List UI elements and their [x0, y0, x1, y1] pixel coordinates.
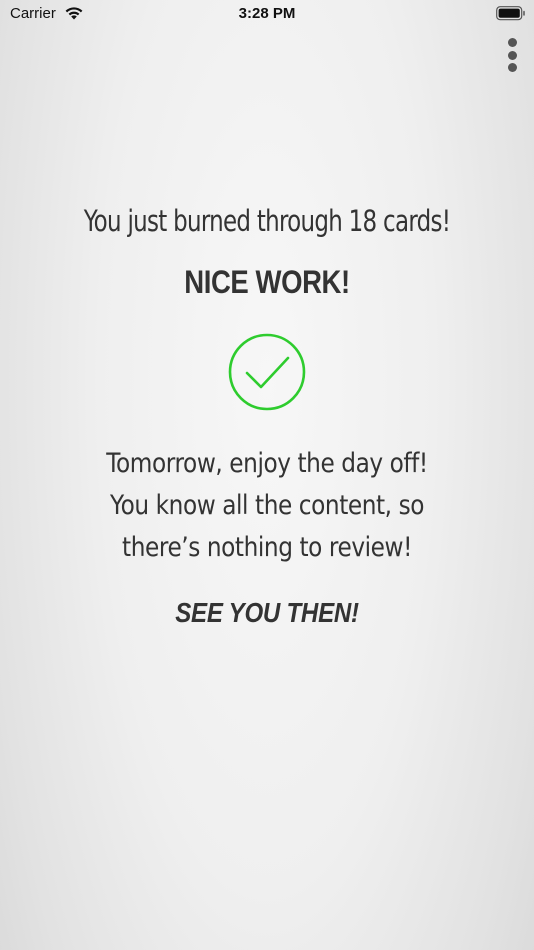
rest-day-message: Tomorrow, enjoy the day off! You know al…	[37, 443, 496, 569]
battery-icon	[496, 6, 525, 21]
menu-dot	[507, 50, 517, 60]
status-bar: Carrier 3:28 PM	[0, 0, 534, 30]
headline: NICE WORK!	[184, 264, 350, 300]
message-line: You know all the content, so	[109, 490, 425, 521]
clock: 3:28 PM	[238, 5, 296, 22]
menu-dot	[507, 63, 517, 72]
signoff-text: SEE YOU THEN!	[175, 597, 359, 628]
more-options-button[interactable]	[502, 36, 522, 74]
menu-dot	[507, 38, 517, 47]
message-line: Tomorrow, enjoy the day off!	[106, 448, 428, 479]
cards-burned-text: You just burned through 18 cards!	[83, 204, 451, 238]
message-line: there’s nothing to review!	[122, 532, 412, 563]
checkmark-circle-icon	[228, 333, 306, 411]
